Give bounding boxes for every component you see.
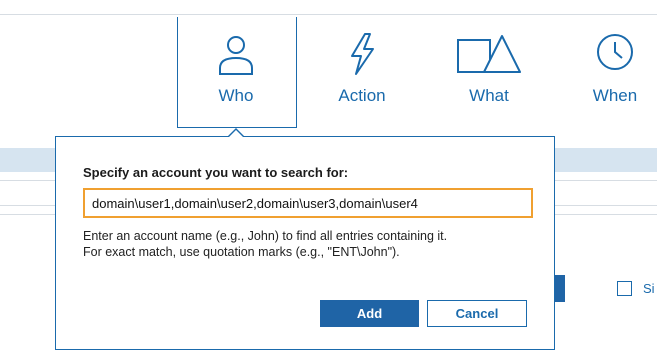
cancel-button[interactable]: Cancel (427, 300, 527, 327)
tab-action-label: Action (338, 86, 386, 105)
account-search-dialog: Specify an account you want to search fo… (55, 136, 555, 350)
background-checkbox-label: Si (643, 281, 655, 296)
tab-who-label: Who (218, 86, 254, 105)
hint-line-2: For exact match, use quotation marks (e.… (83, 245, 400, 259)
tab-who[interactable]: Who (181, 30, 291, 106)
tab-action[interactable]: Action (307, 30, 417, 106)
clock-icon (597, 34, 633, 70)
lightning-icon (351, 33, 374, 75)
add-button[interactable]: Add (320, 300, 419, 327)
top-divider (0, 14, 657, 15)
dialog-pointer-inner (229, 130, 243, 137)
person-icon (219, 36, 253, 75)
tab-when[interactable]: When (560, 30, 657, 106)
account-search-input[interactable] (83, 188, 533, 218)
background-checkbox[interactable] (617, 281, 632, 296)
tab-when-label: When (592, 86, 638, 105)
tab-what[interactable]: What (434, 30, 544, 106)
tab-what-label: What (469, 86, 509, 105)
shapes-icon (457, 35, 521, 73)
dialog-title: Specify an account you want to search fo… (83, 165, 349, 180)
hint-line-1: Enter an account name (e.g., John) to fi… (83, 229, 448, 243)
